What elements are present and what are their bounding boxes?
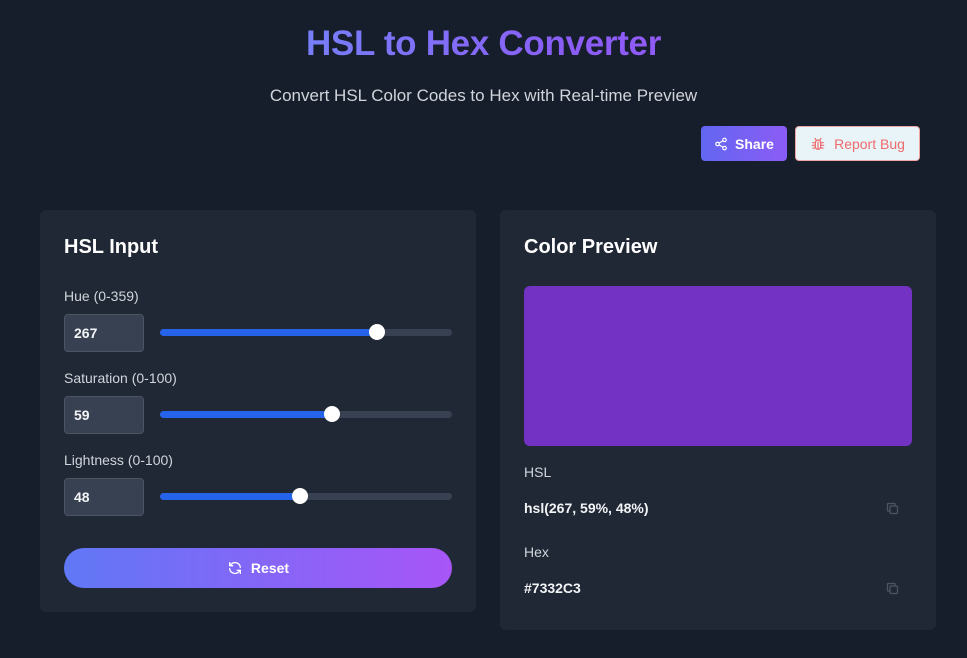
lightness-label: Lightness (0-100) (64, 452, 173, 468)
share-label: Share (735, 135, 774, 152)
bug-icon (810, 136, 826, 152)
lightness-slider-fill (160, 493, 301, 500)
share-button[interactable]: Share (701, 126, 787, 161)
saturation-slider[interactable] (160, 406, 452, 422)
reset-button[interactable]: Reset (64, 548, 452, 588)
lightness-slider-thumb[interactable] (292, 488, 309, 504)
share-icon (714, 137, 728, 151)
color-preview-title: Color Preview (524, 236, 658, 258)
hex-output-label: Hex (524, 544, 549, 560)
page: HSL to Hex Converter Convert HSL Color C… (0, 0, 967, 658)
copy-icon (885, 581, 900, 596)
report-bug-label: Report Bug (834, 135, 905, 152)
saturation-input[interactable] (64, 396, 144, 434)
copy-hsl-button[interactable] (882, 498, 902, 518)
color-swatch (524, 286, 912, 446)
hue-label: Hue (0-359) (64, 288, 139, 304)
saturation-slider-thumb[interactable] (324, 406, 341, 422)
reset-label: Reset (250, 560, 290, 576)
lightness-input[interactable] (64, 478, 144, 516)
hue-slider-thumb[interactable] (369, 324, 386, 340)
hsl-input-panel: HSL Input Hue (0-359) Saturation (0-100)… (40, 210, 476, 612)
saturation-label: Saturation (0-100) (64, 370, 177, 386)
hsl-output-value: hsl(267, 59%, 48%) (524, 500, 649, 516)
hue-slider-fill (160, 329, 378, 336)
copy-hex-button[interactable] (882, 578, 902, 598)
page-subtitle: Convert HSL Color Codes to Hex with Real… (269, 86, 698, 105)
saturation-slider-fill (160, 411, 333, 418)
lightness-slider[interactable] (160, 488, 452, 504)
hue-input[interactable] (64, 314, 144, 352)
refresh-icon (227, 560, 243, 576)
hue-slider[interactable] (160, 324, 452, 340)
hsl-output-label: HSL (524, 464, 552, 480)
hsl-input-title: HSL Input (64, 236, 159, 258)
color-preview-panel: Color Preview HSL hsl(267, 59%, 48%) Hex… (500, 210, 936, 630)
hex-output-value: #7332C3 (524, 580, 581, 596)
page-title: HSL to Hex Converter (0, 24, 967, 64)
copy-icon (885, 501, 900, 516)
report-bug-button[interactable]: Report Bug (795, 126, 920, 161)
